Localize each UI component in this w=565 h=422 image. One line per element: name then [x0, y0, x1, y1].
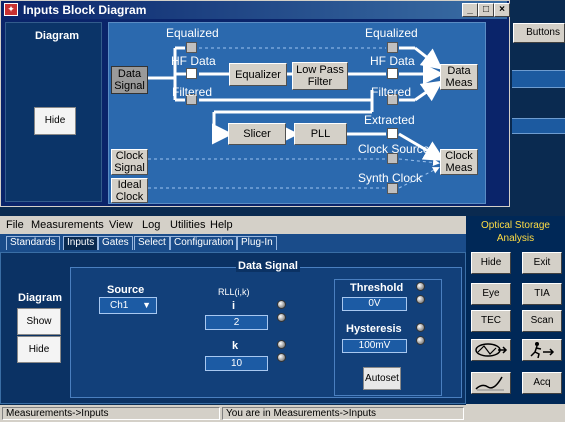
k-knob-icon[interactable]	[277, 340, 286, 349]
optical-storage-footer	[466, 404, 565, 422]
background-field-2	[512, 118, 565, 134]
equalized-left-selector[interactable]	[186, 42, 197, 53]
menu-measurements[interactable]: Measurements	[31, 219, 104, 231]
menu-help[interactable]: Help	[210, 219, 233, 231]
hysteresis-knob-2-icon[interactable]	[416, 336, 425, 345]
background-window-strip	[510, 18, 565, 208]
equalized-right-selector[interactable]	[387, 42, 398, 53]
tab-plug-in[interactable]: Plug-In	[237, 236, 277, 250]
menu-file[interactable]: File	[6, 219, 24, 231]
tia-button[interactable]: TIA	[522, 283, 562, 305]
runner-button[interactable]	[522, 339, 562, 361]
extracted-label: Extracted	[364, 113, 415, 127]
waveform-button[interactable]	[471, 339, 511, 361]
clock-meas-block[interactable]: Clock Meas	[440, 149, 478, 175]
curve-icon	[475, 376, 504, 391]
hide-diagram-panel-button[interactable]: Hide	[17, 336, 61, 363]
source-label: Source	[107, 284, 145, 296]
clock-source-label: Clock Source	[358, 142, 430, 156]
threshold-field[interactable]: 0V	[342, 297, 407, 311]
threshold-knob-2-icon[interactable]	[416, 295, 425, 304]
synth-clock-label: Synth Clock	[358, 171, 423, 185]
i-label: i	[232, 300, 236, 312]
waveform-icon	[475, 343, 508, 357]
tab-select[interactable]: Select	[134, 236, 170, 250]
extracted-selector[interactable]	[387, 128, 398, 139]
source-dropdown[interactable]: Ch1 ▼	[99, 297, 157, 314]
k-label: k	[232, 340, 239, 352]
diagram-panel-title: Diagram	[18, 292, 63, 304]
threshold-knob-icon[interactable]	[416, 282, 425, 291]
low-pass-filter-block[interactable]: Low Pass Filter	[292, 62, 348, 90]
tab-configuration[interactable]: Configuration	[170, 236, 238, 250]
data-signal-title: Data Signal	[236, 260, 300, 272]
tab-standards[interactable]: Standards	[6, 236, 60, 250]
diagram-connections	[148, 46, 446, 189]
data-signal-block[interactable]: Data Signal	[111, 66, 148, 94]
acq-button[interactable]: Acq	[522, 372, 562, 394]
autoset-button[interactable]: Autoset	[363, 367, 401, 390]
optical-storage-title: Optical Storage Analysis	[481, 220, 550, 244]
i-value-field[interactable]: 2	[205, 315, 268, 330]
k-value-field[interactable]: 10	[205, 356, 268, 371]
hide-button[interactable]: Hide	[471, 252, 511, 274]
status-right: You are in Measurements->Inputs	[222, 407, 464, 420]
i-knob-icon[interactable]	[277, 300, 286, 309]
pll-block[interactable]: PLL	[294, 123, 347, 145]
ideal-clock-block[interactable]: Ideal Clock	[111, 178, 148, 203]
chevron-down-icon: ▼	[142, 300, 151, 310]
threshold-label: Threshold	[350, 282, 404, 294]
exit-button[interactable]: Exit	[522, 252, 562, 274]
hysteresis-knob-icon[interactable]	[416, 323, 425, 332]
show-diagram-button[interactable]: Show	[17, 308, 61, 335]
hysteresis-field[interactable]: 100mV	[342, 339, 407, 353]
scan-button[interactable]: Scan	[522, 310, 562, 332]
rll-label: RLL(i,k)	[218, 287, 250, 297]
hysteresis-label: Hysteresis	[346, 323, 402, 335]
source-value: Ch1	[110, 300, 129, 311]
i-knob-2-icon[interactable]	[277, 313, 286, 322]
equalized-right-label: Equalized	[365, 26, 418, 40]
hf-data-right-label: HF Data	[370, 54, 415, 68]
tab-gates[interactable]: Gates	[98, 236, 133, 250]
menu-log[interactable]: Log	[142, 219, 160, 231]
background-field-1	[512, 70, 565, 88]
buttons-button[interactable]: Buttons	[513, 23, 565, 43]
hf-data-left-label: HF Data	[171, 54, 216, 68]
hf-data-right-selector[interactable]	[387, 68, 398, 79]
eye-button[interactable]: Eye	[471, 283, 511, 305]
equalizer-block[interactable]: Equalizer	[229, 63, 287, 86]
slicer-block[interactable]: Slicer	[228, 123, 286, 145]
data-meas-block[interactable]: Data Meas	[440, 64, 478, 90]
status-left: Measurements->Inputs	[2, 407, 220, 420]
k-knob-2-icon[interactable]	[277, 353, 286, 362]
menu-utilities[interactable]: Utilities	[170, 219, 205, 231]
filtered-right-label: Filtered	[371, 85, 412, 99]
clock-signal-block[interactable]: Clock Signal	[111, 149, 148, 175]
hf-data-left-selector[interactable]	[186, 68, 197, 79]
menu-view[interactable]: View	[109, 219, 133, 231]
tec-button[interactable]: TEC	[471, 310, 511, 332]
filtered-left-label: Filtered	[172, 85, 213, 99]
curve-button[interactable]	[471, 372, 511, 394]
runner-arrow-icon	[530, 342, 555, 359]
equalized-left-label: Equalized	[166, 26, 219, 40]
tab-inputs[interactable]: Inputs	[63, 236, 99, 250]
